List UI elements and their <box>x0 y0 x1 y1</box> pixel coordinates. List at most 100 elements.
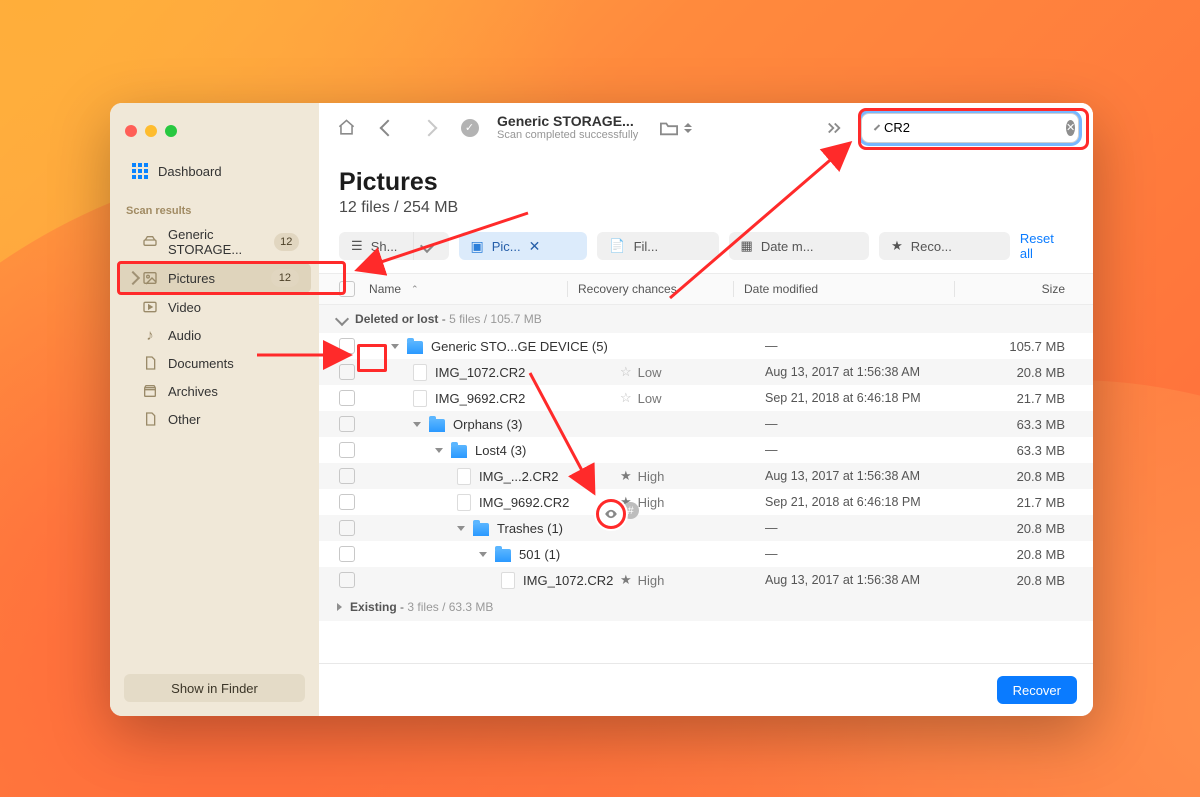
sidebar-section-heading: Scan results <box>110 191 319 221</box>
column-size[interactable]: Size <box>965 282 1073 296</box>
overflow-button[interactable] <box>820 114 847 141</box>
column-name[interactable]: Name⌃ <box>369 282 557 296</box>
row-checkbox[interactable] <box>339 520 355 536</box>
dashboard-icon <box>132 163 148 179</box>
dashboard-button[interactable]: Dashboard <box>124 157 305 185</box>
column-recovery[interactable]: Recovery chances <box>578 282 723 296</box>
footer: Recover <box>319 663 1093 716</box>
clear-search-button[interactable]: ✕ <box>1066 120 1075 136</box>
filter-show[interactable]: ☰ Sh... <box>339 232 448 260</box>
status-button[interactable]: ✓ <box>456 114 483 141</box>
row-name: Lost4 (3) <box>475 443 526 458</box>
group-existing[interactable]: Existing - 3 files / 63.3 MB <box>319 593 1093 621</box>
row-size: 63.3 MB <box>965 417 1073 432</box>
show-in-finder-button[interactable]: Show in Finder <box>124 674 305 702</box>
close-window[interactable] <box>125 125 137 137</box>
row-size: 20.8 MB <box>965 573 1073 588</box>
sidebar-item-drive[interactable]: Generic STORAGE...12 <box>118 221 311 263</box>
row-size: 21.7 MB <box>965 495 1073 510</box>
disclosure-icon[interactable] <box>391 344 399 349</box>
row-name: IMG_9692.CR2 <box>479 495 569 510</box>
row-date: Aug 13, 2017 at 1:56:38 AM <box>765 469 965 483</box>
filter-date[interactable]: ▦ Date m... <box>729 232 870 260</box>
row-date: — <box>765 547 965 561</box>
disclosure-icon[interactable] <box>435 448 443 453</box>
forward-button[interactable] <box>415 114 442 141</box>
star-icon: ☆ <box>620 364 632 380</box>
folder-icon <box>407 341 423 354</box>
disclosure-icon[interactable] <box>479 552 487 557</box>
row-checkbox[interactable] <box>339 494 355 510</box>
toolbar: ✓ Generic STORAGE... Scan completed succ… <box>319 103 1093 152</box>
sidebar-item-label: Other <box>168 412 201 427</box>
row-checkbox[interactable] <box>339 442 355 458</box>
row-checkbox[interactable] <box>339 416 355 432</box>
reset-filters[interactable]: Reset all <box>1020 231 1073 261</box>
star-icon: ★ <box>620 572 632 588</box>
row-checkbox[interactable] <box>339 390 355 406</box>
row-date: Sep 21, 2018 at 6:46:18 PM <box>765 495 965 509</box>
search-input[interactable] <box>884 120 1060 135</box>
row-checkbox[interactable] <box>339 546 355 562</box>
table-row[interactable]: IMG_1072.CR2☆LowAug 13, 2017 at 1:56:38 … <box>319 359 1093 385</box>
sliders-icon: ☰ <box>351 238 363 254</box>
sidebar-item-audio[interactable]: ♪Audio <box>118 321 311 349</box>
group-deleted[interactable]: Deleted or lost - 5 files / 105.7 MB <box>319 305 1093 333</box>
main-panel: ✓ Generic STORAGE... Scan completed succ… <box>319 103 1093 716</box>
chevron-down-icon <box>413 232 440 260</box>
filter-pictures[interactable]: ▣ Pic... ✕ <box>459 232 588 260</box>
sidebar-item-documents[interactable]: Documents <box>118 349 311 377</box>
row-date: — <box>765 339 965 353</box>
row-date: — <box>765 417 965 431</box>
file-icon <box>457 468 471 485</box>
table-row[interactable]: IMG_9692.CR2★HighSep 21, 2018 at 6:46:18… <box>319 489 1093 515</box>
table-row[interactable]: IMG_9692.CR2☆LowSep 21, 2018 at 6:46:18 … <box>319 385 1093 411</box>
row-checkbox[interactable] <box>339 468 355 484</box>
sidebar-item-label: Video <box>168 300 201 315</box>
zoom-window[interactable] <box>165 125 177 137</box>
filter-recovery[interactable]: ★ Reco... <box>879 232 1010 260</box>
table-row[interactable]: Trashes (1)—20.8 MB <box>319 515 1093 541</box>
recover-button[interactable]: Recover <box>997 676 1077 704</box>
file-icon <box>413 390 427 407</box>
home-button[interactable] <box>333 114 360 141</box>
disclosure-icon[interactable] <box>457 526 465 531</box>
drive-icon <box>142 234 158 250</box>
file-icon <box>413 364 427 381</box>
sidebar-item-other[interactable]: Other <box>118 405 311 433</box>
sidebar-item-pictures[interactable]: Pictures12 <box>118 263 311 293</box>
folder-icon <box>429 419 445 432</box>
table-row[interactable]: Orphans (3)—63.3 MB <box>319 411 1093 437</box>
file-icon: 📄 <box>609 238 625 254</box>
chevron-right-icon <box>337 603 342 611</box>
table-row[interactable]: IMG_...2.CR2★HighAug 13, 2017 at 1:56:38… <box>319 463 1093 489</box>
table-row[interactable]: Generic STO...GE DEVICE (5)—105.7 MB <box>319 333 1093 359</box>
row-recovery: ☆Low <box>620 390 765 406</box>
documents-icon <box>142 355 158 371</box>
row-date: — <box>765 521 965 535</box>
sidebar-item-video[interactable]: Video <box>118 293 311 321</box>
row-checkbox[interactable] <box>339 572 355 588</box>
file-icon <box>501 572 515 589</box>
chevron-down-icon <box>335 312 349 326</box>
search-field[interactable]: ✕ <box>861 113 1079 143</box>
row-checkbox[interactable] <box>339 364 355 380</box>
row-date: Aug 13, 2017 at 1:56:38 AM <box>765 573 965 587</box>
row-checkbox[interactable] <box>339 338 355 354</box>
disclosure-icon[interactable] <box>413 422 421 427</box>
table-row[interactable]: IMG_1072.CR2★HighAug 13, 2017 at 1:56:38… <box>319 567 1093 593</box>
back-button[interactable] <box>374 114 401 141</box>
sidebar-item-label: Documents <box>168 356 234 371</box>
remove-filter-icon[interactable]: ✕ <box>529 238 541 255</box>
table-row[interactable]: Lost4 (3)—63.3 MB <box>319 437 1093 463</box>
drive-selector[interactable] <box>652 115 698 141</box>
filter-file[interactable]: 📄 Fil... <box>597 232 718 260</box>
row-name: Generic STO...GE DEVICE (5) <box>431 339 608 354</box>
table-row[interactable]: 501 (1)—20.8 MB <box>319 541 1093 567</box>
row-name: IMG_1072.CR2 <box>435 365 525 380</box>
column-date[interactable]: Date modified <box>744 282 944 296</box>
minimize-window[interactable] <box>145 125 157 137</box>
star-icon: ★ <box>620 468 632 484</box>
sidebar-item-archives[interactable]: Archives <box>118 377 311 405</box>
select-all-checkbox[interactable] <box>339 281 355 297</box>
